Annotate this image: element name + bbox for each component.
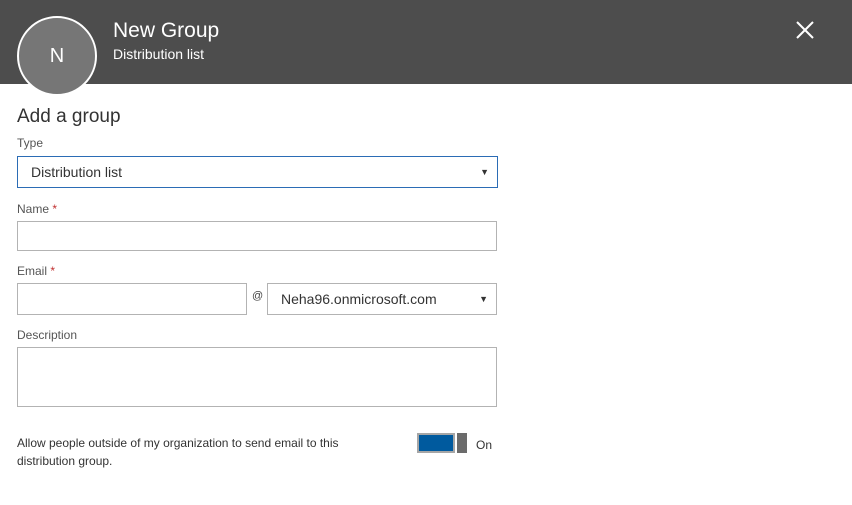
email-domain-select[interactable]: Neha96.onmicrosoft.com ▼ bbox=[267, 283, 497, 315]
toggle-track bbox=[417, 433, 455, 453]
required-marker: * bbox=[50, 264, 56, 278]
chevron-down-icon: ▼ bbox=[480, 167, 489, 177]
page-subtitle: Distribution list bbox=[113, 46, 205, 62]
type-select-value: Distribution list bbox=[31, 164, 123, 180]
section-title: Add a group bbox=[17, 106, 121, 127]
email-label-text: Email bbox=[17, 264, 48, 278]
toggle-thumb bbox=[457, 433, 467, 453]
avatar-initial: N bbox=[49, 44, 65, 67]
header-bar: N New Group Distribution list bbox=[0, 0, 852, 96]
email-domain-value: Neha96.onmicrosoft.com bbox=[281, 291, 437, 307]
name-label: Name * bbox=[17, 202, 57, 216]
description-label: Description bbox=[17, 328, 78, 342]
group-avatar: N bbox=[17, 16, 97, 96]
email-alias-input[interactable] bbox=[17, 283, 247, 315]
required-marker: * bbox=[52, 202, 58, 216]
description-textarea[interactable] bbox=[17, 347, 497, 407]
email-label: Email * bbox=[17, 264, 55, 278]
chevron-down-icon: ▼ bbox=[479, 294, 488, 304]
name-input[interactable] bbox=[17, 221, 497, 251]
toggle-state-label: On bbox=[476, 438, 493, 452]
external-senders-toggle[interactable] bbox=[417, 433, 467, 453]
type-label: Type bbox=[17, 136, 44, 150]
page-title: New Group bbox=[113, 19, 220, 42]
name-label-text: Name bbox=[17, 202, 50, 216]
external-senders-text: Allow people outside of my organization … bbox=[17, 436, 339, 468]
at-sign: @ bbox=[252, 290, 264, 302]
type-select[interactable]: Distribution list ▼ bbox=[17, 156, 498, 188]
close-icon[interactable] bbox=[794, 19, 816, 41]
